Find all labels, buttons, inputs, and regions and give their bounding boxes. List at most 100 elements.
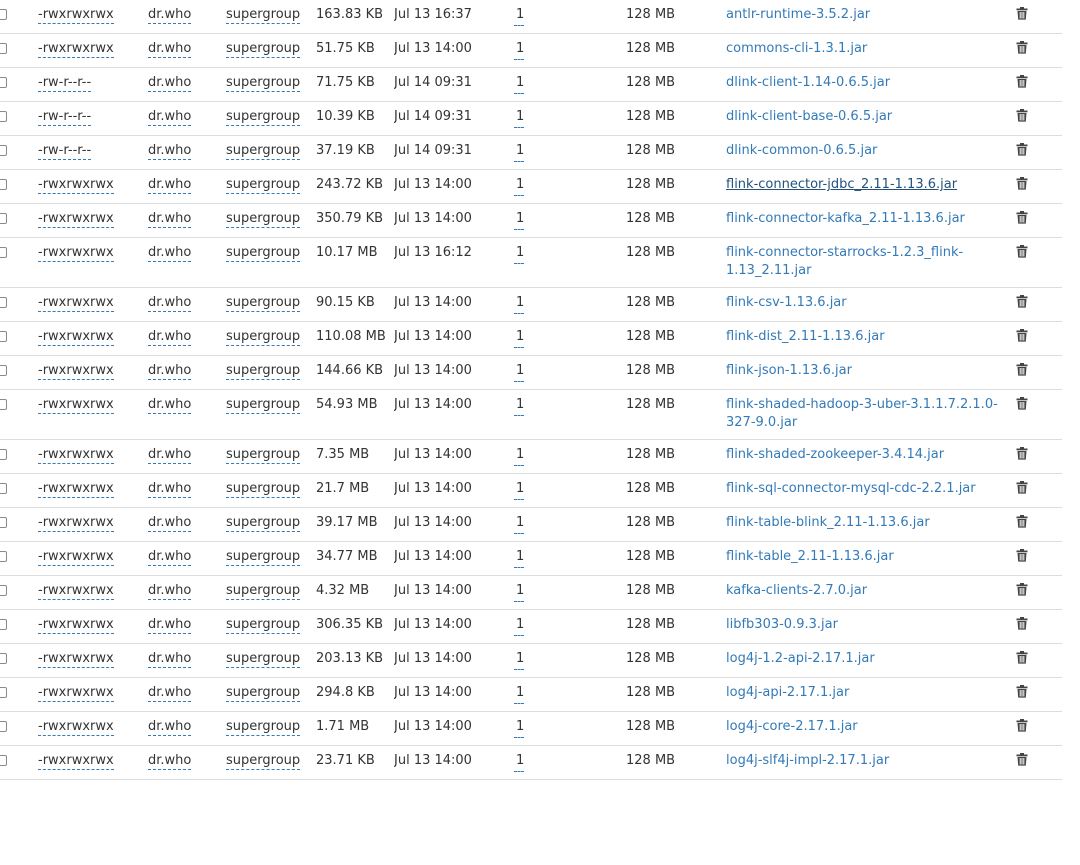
file-name-link[interactable]: log4j-core-2.17.1.jar [726, 719, 858, 734]
owner-editable[interactable]: dr.who [148, 481, 192, 498]
permission-editable[interactable]: -rwxrwxrwx [38, 617, 114, 634]
group-editable[interactable]: supergroup [226, 719, 301, 736]
replication-editable[interactable]: 1 [514, 548, 525, 568]
group-editable[interactable]: supergroup [226, 363, 301, 380]
delete-button[interactable] [1016, 109, 1062, 122]
row-select-checkbox[interactable] [0, 755, 7, 766]
owner-editable[interactable]: dr.who [148, 617, 192, 634]
permission-editable[interactable]: -rwxrwxrwx [38, 245, 114, 262]
permission-editable[interactable]: -rwxrwxrwx [38, 685, 114, 702]
delete-button[interactable] [1016, 295, 1062, 308]
permission-editable[interactable]: -rwxrwxrwx [38, 583, 114, 600]
delete-button[interactable] [1016, 753, 1062, 766]
group-editable[interactable]: supergroup [226, 447, 301, 464]
delete-button[interactable] [1016, 447, 1062, 460]
row-select-checkbox[interactable] [0, 449, 7, 460]
row-select-checkbox[interactable] [0, 551, 7, 562]
replication-editable[interactable]: 1 [514, 176, 525, 196]
permission-editable[interactable]: -rwxrwxrwx [38, 295, 114, 312]
replication-editable[interactable]: 1 [514, 210, 525, 230]
owner-editable[interactable]: dr.who [148, 245, 192, 262]
owner-editable[interactable]: dr.who [148, 329, 192, 346]
row-select-checkbox[interactable] [0, 297, 7, 308]
file-name-link[interactable]: flink-csv-1.13.6.jar [726, 295, 847, 310]
file-name-link[interactable]: dlink-client-1.14-0.6.5.jar [726, 75, 890, 90]
replication-editable[interactable]: 1 [514, 362, 525, 382]
group-editable[interactable]: supergroup [226, 617, 301, 634]
owner-editable[interactable]: dr.who [148, 583, 192, 600]
permission-editable[interactable]: -rwxrwxrwx [38, 397, 114, 414]
file-name-link[interactable]: log4j-1.2-api-2.17.1.jar [726, 651, 875, 666]
owner-editable[interactable]: dr.who [148, 363, 192, 380]
file-name-link[interactable]: flink-table-blink_2.11-1.13.6.jar [726, 515, 930, 530]
permission-editable[interactable]: -rw-r--r-- [38, 75, 92, 92]
delete-button[interactable] [1016, 329, 1062, 342]
replication-editable[interactable]: 1 [514, 616, 525, 636]
owner-editable[interactable]: dr.who [148, 753, 192, 770]
permission-editable[interactable]: -rwxrwxrwx [38, 363, 114, 380]
owner-editable[interactable]: dr.who [148, 177, 192, 194]
permission-editable[interactable]: -rwxrwxrwx [38, 41, 114, 58]
file-name-link[interactable]: dlink-client-base-0.6.5.jar [726, 109, 892, 124]
group-editable[interactable]: supergroup [226, 753, 301, 770]
group-editable[interactable]: supergroup [226, 295, 301, 312]
delete-button[interactable] [1016, 685, 1062, 698]
permission-editable[interactable]: -rwxrwxrwx [38, 177, 114, 194]
replication-editable[interactable]: 1 [514, 446, 525, 466]
owner-editable[interactable]: dr.who [148, 109, 192, 126]
replication-editable[interactable]: 1 [514, 294, 525, 314]
owner-editable[interactable]: dr.who [148, 295, 192, 312]
replication-editable[interactable]: 1 [514, 650, 525, 670]
group-editable[interactable]: supergroup [226, 75, 301, 92]
file-name-link[interactable]: kafka-clients-2.7.0.jar [726, 583, 867, 598]
permission-editable[interactable]: -rwxrwxrwx [38, 549, 114, 566]
file-name-link[interactable]: log4j-api-2.17.1.jar [726, 685, 849, 700]
delete-button[interactable] [1016, 651, 1062, 664]
group-editable[interactable]: supergroup [226, 211, 301, 228]
group-editable[interactable]: supergroup [226, 245, 301, 262]
file-name-link[interactable]: flink-table_2.11-1.13.6.jar [726, 549, 894, 564]
row-select-checkbox[interactable] [0, 585, 7, 596]
row-select-checkbox[interactable] [0, 111, 7, 122]
delete-button[interactable] [1016, 75, 1062, 88]
permission-editable[interactable]: -rwxrwxrwx [38, 719, 114, 736]
delete-button[interactable] [1016, 143, 1062, 156]
replication-editable[interactable]: 1 [514, 582, 525, 602]
row-select-checkbox[interactable] [0, 653, 7, 664]
owner-editable[interactable]: dr.who [148, 651, 192, 668]
owner-editable[interactable]: dr.who [148, 7, 192, 24]
owner-editable[interactable]: dr.who [148, 75, 192, 92]
owner-editable[interactable]: dr.who [148, 685, 192, 702]
permission-editable[interactable]: -rwxrwxrwx [38, 515, 114, 532]
row-select-checkbox[interactable] [0, 619, 7, 630]
file-name-link[interactable]: flink-connector-starrocks-1.2.3_flink-1.… [726, 245, 963, 278]
file-name-link[interactable]: flink-shaded-zookeeper-3.4.14.jar [726, 447, 944, 462]
delete-button[interactable] [1016, 363, 1062, 376]
group-editable[interactable]: supergroup [226, 109, 301, 126]
delete-button[interactable] [1016, 481, 1062, 494]
file-name-link[interactable]: flink-connector-kafka_2.11-1.13.6.jar [726, 211, 965, 226]
file-name-link[interactable]: flink-shaded-hadoop-3-uber-3.1.1.7.2.1.0… [726, 397, 998, 430]
permission-editable[interactable]: -rwxrwxrwx [38, 481, 114, 498]
row-select-checkbox[interactable] [0, 9, 7, 20]
replication-editable[interactable]: 1 [514, 752, 525, 772]
file-name-link[interactable]: libfb303-0.9.3.jar [726, 617, 838, 632]
row-select-checkbox[interactable] [0, 179, 7, 190]
row-select-checkbox[interactable] [0, 517, 7, 528]
delete-button[interactable] [1016, 245, 1062, 258]
delete-button[interactable] [1016, 549, 1062, 562]
replication-editable[interactable]: 1 [514, 514, 525, 534]
permission-editable[interactable]: -rwxrwxrwx [38, 329, 114, 346]
group-editable[interactable]: supergroup [226, 397, 301, 414]
row-select-checkbox[interactable] [0, 247, 7, 258]
row-select-checkbox[interactable] [0, 483, 7, 494]
delete-button[interactable] [1016, 211, 1062, 224]
replication-editable[interactable]: 1 [514, 108, 525, 128]
permission-editable[interactable]: -rwxrwxrwx [38, 211, 114, 228]
replication-editable[interactable]: 1 [514, 480, 525, 500]
replication-editable[interactable]: 1 [514, 718, 525, 738]
replication-editable[interactable]: 1 [514, 244, 525, 264]
replication-editable[interactable]: 1 [514, 396, 525, 416]
delete-button[interactable] [1016, 617, 1062, 630]
replication-editable[interactable]: 1 [514, 142, 525, 162]
